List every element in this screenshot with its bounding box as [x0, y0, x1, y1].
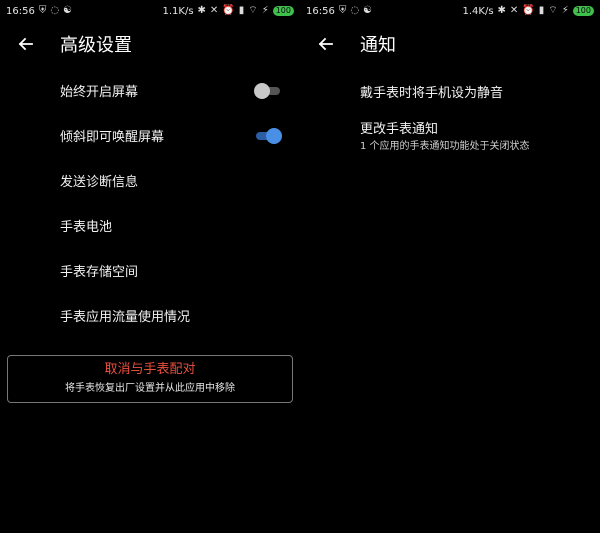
setting-label: 手表存储空间 [60, 265, 139, 280]
unpair-label: 取消与手表配对 [104, 362, 196, 377]
wifi-icon: ⌔ [548, 5, 558, 16]
page-title: 高级设置 [60, 35, 132, 56]
unpair-description: 将手表恢复出厂设置并从此应用中移除 [65, 383, 235, 394]
shield-icon: ⛨ [38, 5, 47, 16]
status-right: 1.1K/s ✱ ✕ ⏰ ▮ ⌔ ⚡ 100 [162, 6, 294, 17]
setting-tilt-to-wake[interactable]: 倾斜即可唤醒屏幕 [0, 113, 300, 158]
unpair-watch-button[interactable]: 取消与手表配对 将手表恢复出厂设置并从此应用中移除 [7, 355, 293, 403]
status-bar: 16:56 ⛨ ◌ ☯ 1.1K/s ✱ ✕ ⏰ ▮ ⌔ ⚡ 100 [0, 0, 300, 22]
setting-watch-battery[interactable]: 手表电池 [0, 203, 300, 248]
bell-outline-icon: ◌ [50, 5, 60, 16]
back-button[interactable] [310, 29, 340, 59]
back-button[interactable] [10, 29, 40, 59]
app-bar: 通知 [300, 28, 600, 60]
setting-watch-storage[interactable]: 手表存储空间 [0, 248, 300, 293]
status-time: 16:56 [306, 5, 335, 17]
alarm-icon: ⏰ [522, 5, 535, 16]
setting-label: 手表应用流量使用情况 [60, 310, 191, 325]
arrow-left-icon [318, 37, 333, 51]
status-time: 16:56 [6, 5, 35, 17]
toggle-thumb [254, 82, 270, 99]
network-speed: 1.1K/s [162, 5, 194, 17]
arrow-left-icon [18, 37, 33, 51]
signal-icon: ▮ [538, 5, 545, 16]
setting-subtitle: 1 个应用的手表通知功能处于关闭状态 [360, 141, 530, 152]
notification-settings-list: 戴手表时将手机设为静音 更改手表通知 1 个应用的手表通知功能处于关闭状态 [300, 72, 600, 154]
screen: 16:56 ⛨ ◌ ☯ 1.1K/s ✱ ✕ ⏰ ▮ ⌔ ⚡ 100 高级设置 … [0, 0, 600, 533]
setting-label: 戴手表时将手机设为静音 [360, 86, 504, 101]
setting-always-on-screen[interactable]: 始终开启屏幕 [0, 68, 300, 113]
status-right: 1.4K/s ✱ ✕ ⏰ ▮ ⌔ ⚡ 100 [462, 6, 594, 17]
bluetooth-icon: ✱ [497, 5, 506, 16]
always-on-toggle[interactable] [254, 82, 282, 99]
bluetooth-icon: ✱ [197, 5, 206, 16]
setting-label: 发送诊断信息 [60, 175, 139, 190]
battery-badge: 100 [272, 6, 294, 16]
tilt-to-wake-toggle[interactable] [254, 127, 282, 144]
bell-outline-icon: ◌ [350, 5, 360, 16]
alarm-icon: ⏰ [222, 5, 235, 16]
setting-send-diagnostics[interactable]: 发送诊断信息 [0, 158, 300, 203]
setting-mute-phone-while-wearing[interactable]: 戴手表时将手机设为静音 [300, 72, 600, 116]
status-bar: 16:56 ⛨ ◌ ☯ 1.4K/s ✱ ✕ ⏰ ▮ ⌔ ⚡ 100 [300, 0, 600, 22]
setting-change-watch-notifications[interactable]: 更改手表通知 1 个应用的手表通知功能处于关闭状态 [300, 116, 600, 154]
setting-label: 倾斜即可唤醒屏幕 [60, 130, 165, 145]
yin-yang-icon: ☯ [363, 5, 373, 16]
settings-list: 始终开启屏幕 倾斜即可唤醒屏幕 发送诊断信息 手表电池 手表存储空间 手表应用流… [0, 68, 300, 338]
battery-badge: 100 [572, 6, 594, 16]
status-left: 16:56 ⛨ ◌ ☯ [6, 6, 72, 17]
setting-label: 始终开启屏幕 [60, 85, 139, 100]
network-speed: 1.4K/s [462, 5, 494, 17]
mute-icon: ✕ [509, 5, 519, 16]
toggle-thumb [266, 127, 282, 144]
page-title: 通知 [360, 35, 396, 56]
shield-icon: ⛨ [338, 5, 347, 16]
lightning-icon: ⚡ [261, 5, 269, 16]
mute-icon: ✕ [209, 5, 219, 16]
setting-watch-data-usage[interactable]: 手表应用流量使用情况 [0, 293, 300, 338]
setting-label: 手表电池 [60, 220, 113, 235]
app-bar: 高级设置 [0, 28, 300, 60]
advanced-settings-screen: 16:56 ⛨ ◌ ☯ 1.1K/s ✱ ✕ ⏰ ▮ ⌔ ⚡ 100 高级设置 … [0, 0, 300, 533]
signal-icon: ▮ [238, 5, 245, 16]
wifi-icon: ⌔ [248, 5, 258, 16]
setting-label: 更改手表通知 [360, 122, 439, 137]
lightning-icon: ⚡ [561, 5, 569, 16]
notifications-screen: 16:56 ⛨ ◌ ☯ 1.4K/s ✱ ✕ ⏰ ▮ ⌔ ⚡ 100 通知 戴手… [300, 0, 600, 533]
yin-yang-icon: ☯ [63, 5, 73, 16]
status-left: 16:56 ⛨ ◌ ☯ [306, 6, 372, 17]
